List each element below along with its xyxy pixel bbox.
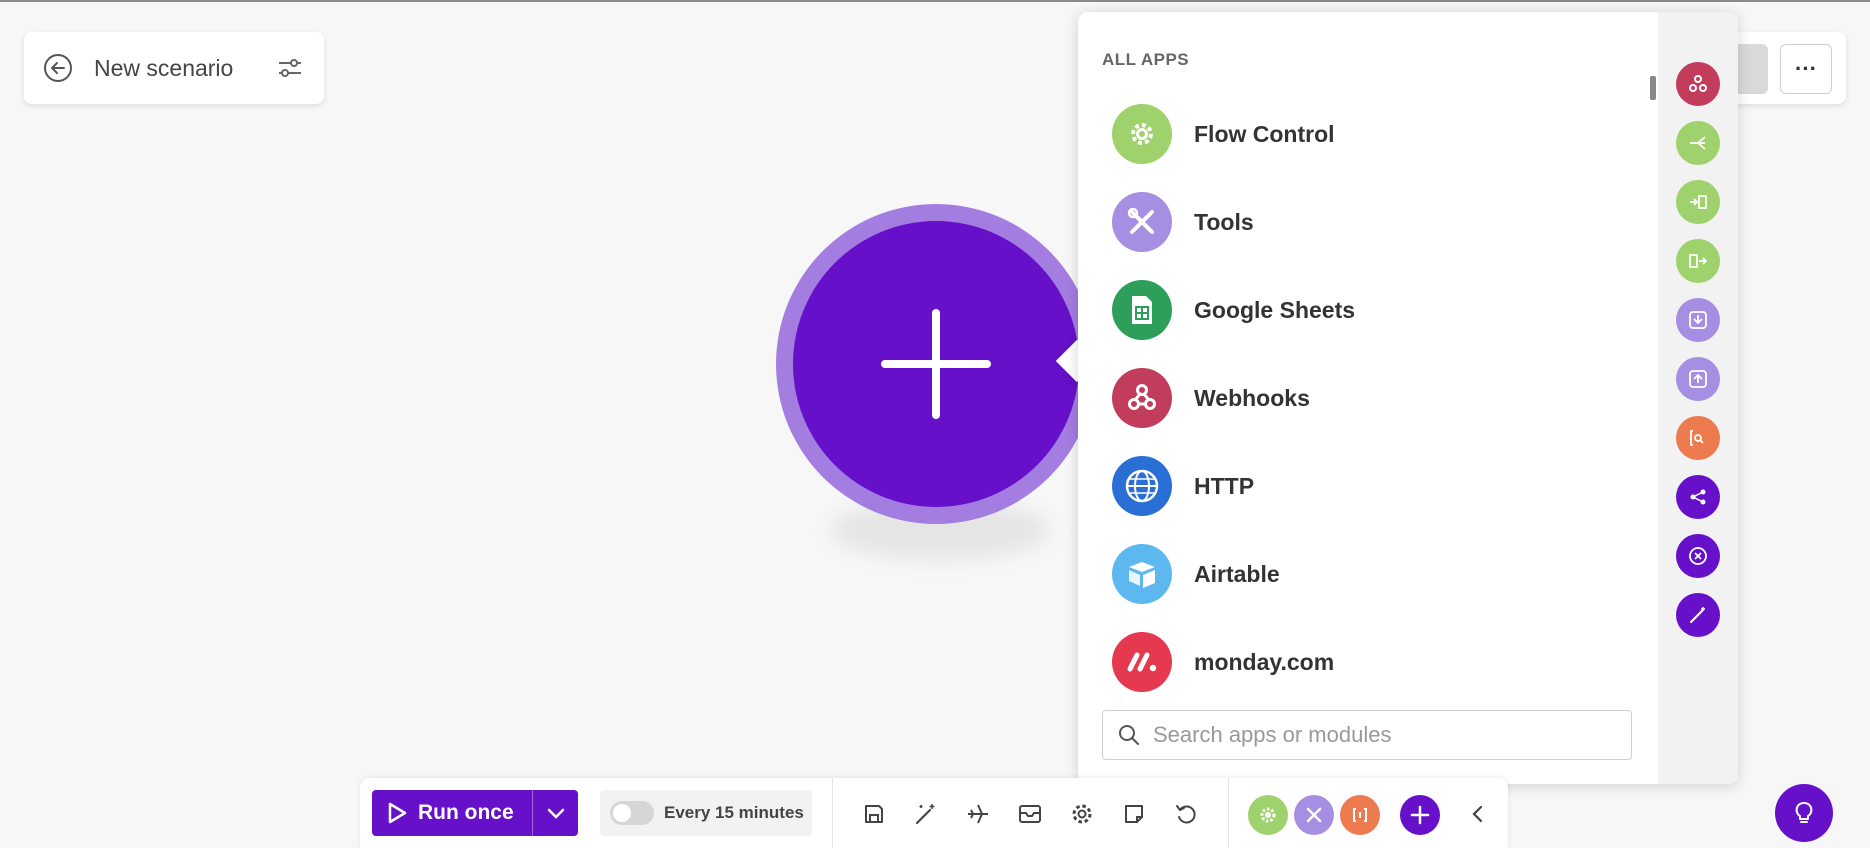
chevron-left-icon	[1472, 805, 1483, 823]
app-picker-popup: ALL APPS Flow Control Tools Google Sheet…	[1078, 12, 1738, 784]
inbox-icon	[1019, 805, 1041, 823]
run-once-button[interactable]: Run once	[372, 790, 532, 836]
app-item-flow-control[interactable]: Flow Control	[1112, 90, 1612, 178]
plus-icon	[1410, 805, 1430, 825]
chevron-down-icon	[547, 808, 564, 819]
compass-icon	[1689, 547, 1707, 565]
app-item-monday[interactable]: monday.com	[1112, 618, 1612, 706]
favorite-flow-control[interactable]	[1248, 795, 1288, 835]
explain-flow-button[interactable]	[962, 798, 994, 830]
list-scrollbar[interactable]	[1650, 76, 1656, 100]
app-name: Airtable	[1194, 560, 1280, 587]
toggle-switch[interactable]	[610, 801, 654, 825]
search-icon	[1119, 725, 1139, 745]
rail-upload-button[interactable]	[1676, 357, 1720, 401]
undo-button[interactable]	[1170, 798, 1202, 830]
arrow-left-circle-icon	[44, 54, 72, 82]
app-name: monday.com	[1194, 648, 1335, 675]
undo-icon	[1176, 805, 1196, 824]
sliders-icon	[279, 59, 301, 77]
app-item-http[interactable]: HTTP	[1112, 442, 1612, 530]
notes-button[interactable]	[1118, 798, 1150, 830]
rail-compass-button[interactable]	[1676, 534, 1720, 578]
app-item-webhooks[interactable]: Webhooks	[1112, 354, 1612, 442]
scenario-header-card: New scenario	[24, 32, 324, 104]
favorite-text-parser[interactable]	[1340, 795, 1380, 835]
webhook-icon	[1112, 368, 1172, 428]
scenario-settings-button[interactable]	[274, 52, 306, 84]
rail-share-button[interactable]	[1676, 475, 1720, 519]
add-module-button[interactable]	[793, 221, 1079, 507]
airplane-icon	[968, 804, 988, 824]
save-icon	[865, 805, 883, 823]
app-search-box	[1102, 710, 1632, 760]
collapse-toolbar-button[interactable]	[1462, 798, 1494, 830]
app-item-google-sheets[interactable]: Google Sheets	[1112, 266, 1612, 354]
rail-router-button[interactable]	[1676, 121, 1720, 165]
rail-text-search-button[interactable]	[1676, 416, 1720, 460]
gear-icon	[1072, 804, 1092, 824]
airtable-icon	[1112, 544, 1172, 604]
aggregator-icon	[1689, 254, 1708, 268]
more-options-button[interactable]: ···	[1780, 44, 1832, 94]
rail-iterator-button[interactable]	[1676, 180, 1720, 224]
popup-pointer-cover	[1078, 330, 1108, 390]
globe-icon	[1112, 456, 1172, 516]
rail-aggregator-button[interactable]	[1676, 239, 1720, 283]
favorite-tools[interactable]	[1294, 795, 1334, 835]
popup-heading: ALL APPS	[1102, 50, 1190, 69]
auto-align-button[interactable]	[910, 798, 942, 830]
schedule-label: Every 15 minutes	[664, 803, 804, 822]
app-name: Tools	[1194, 208, 1254, 235]
toolbar-divider	[832, 778, 833, 848]
module-shortcut-rail	[1658, 12, 1738, 784]
app-name: Google Sheets	[1194, 296, 1356, 323]
schedule-toggle[interactable]: Every 15 minutes	[600, 790, 812, 836]
rail-webhook-button[interactable]	[1676, 62, 1720, 106]
app-search-input[interactable]	[1153, 722, 1613, 748]
play-icon	[388, 802, 407, 824]
run-once-label: Run once	[418, 801, 514, 824]
download-icon	[1689, 311, 1707, 329]
toolbar-divider	[1228, 778, 1229, 848]
run-options-dropdown[interactable]	[532, 790, 578, 836]
rail-magic-wand-button[interactable]	[1676, 593, 1720, 637]
text-search-icon	[1690, 430, 1704, 446]
scenario-settings-tool[interactable]	[1066, 798, 1098, 830]
app-item-tools[interactable]: Tools	[1112, 178, 1612, 266]
magic-wand-icon	[915, 804, 935, 825]
rail-download-button[interactable]	[1676, 298, 1720, 342]
tools-icon	[1112, 192, 1172, 252]
app-name: HTTP	[1194, 472, 1255, 499]
webhook-icon	[1689, 75, 1707, 92]
sheet-icon	[1112, 280, 1172, 340]
upload-icon	[1689, 370, 1707, 388]
tools-icon	[1306, 807, 1322, 823]
app-item-airtable[interactable]: Airtable	[1112, 530, 1612, 618]
app-name: Flow Control	[1194, 120, 1335, 147]
app-name: Webhooks	[1194, 384, 1310, 411]
text-parser-icon	[1353, 808, 1367, 822]
incomplete-executions-button[interactable]	[1014, 798, 1046, 830]
add-favorite-button[interactable]	[1400, 795, 1440, 835]
note-icon	[1125, 805, 1143, 823]
magic-wand-icon	[1689, 607, 1705, 624]
gear-icon	[1112, 104, 1172, 164]
save-button[interactable]	[858, 798, 890, 830]
hints-button[interactable]	[1775, 784, 1833, 842]
scenario-title[interactable]: New scenario	[94, 55, 274, 82]
bottom-toolbar: Run once Every 15 minutes	[360, 778, 1508, 848]
router-icon	[1690, 136, 1706, 150]
iterator-icon	[1690, 195, 1707, 209]
gear-icon	[1260, 807, 1276, 823]
monday-icon	[1112, 632, 1172, 692]
share-icon	[1690, 489, 1706, 505]
lightbulb-icon	[1795, 802, 1813, 823]
back-button[interactable]	[42, 52, 74, 84]
app-list: Flow Control Tools Google Sheets Webhook…	[1112, 90, 1612, 706]
top-border	[0, 0, 1870, 2]
